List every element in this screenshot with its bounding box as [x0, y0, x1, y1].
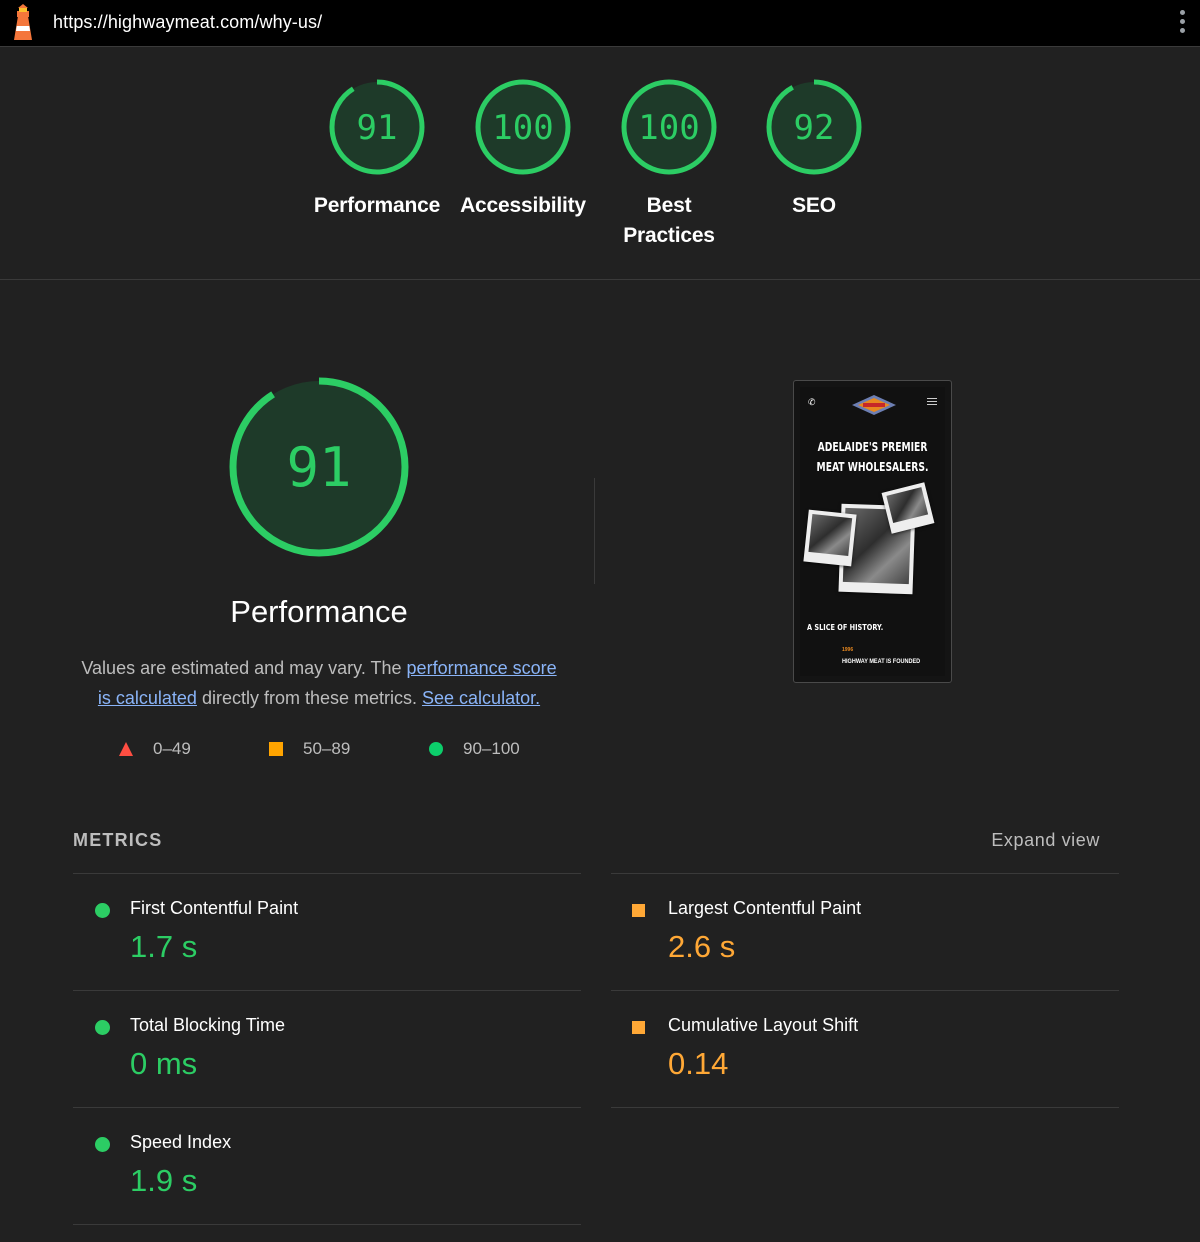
gauge-ring: 100 — [621, 79, 717, 175]
green-circle-icon — [95, 1137, 110, 1152]
metric-value: 1.7 s — [130, 929, 198, 964]
metrics-heading: METRICS — [73, 830, 163, 850]
legend-range: 90–100 — [463, 739, 520, 758]
metric-cumulative-layout-shift: Cumulative Layout Shift 0.14 — [611, 990, 1119, 1108]
gauge-performance[interactable]: 91 Performance — [302, 77, 452, 221]
performance-title: Performance — [230, 594, 408, 629]
site-logo-icon — [852, 395, 896, 415]
page-url[interactable]: https://highwaymeat.com/why-us/ — [53, 12, 322, 33]
gauge-ring: 92 — [766, 79, 862, 175]
gauge-score: 92 — [794, 108, 835, 148]
metric-first-contentful-paint: First Contentful Paint 1.7 s — [73, 873, 581, 990]
address-bar: https://highwaymeat.com/why-us/ — [0, 0, 1200, 47]
gauge-accessibility[interactable]: 100 Accessibility — [448, 77, 598, 221]
see-calculator-link[interactable]: See calculator. — [422, 688, 540, 708]
gauge-best-practices[interactable]: 100 Best Practices — [594, 77, 744, 251]
lighthouse-icon — [14, 4, 32, 40]
thumb-founded: HIGHWAY MEAT IS FOUNDED — [842, 658, 921, 665]
thumb-photo — [803, 509, 857, 567]
performance-description: Values are estimated and may vary. The p… — [64, 653, 574, 713]
screenshot-content: ✆ ADELAIDE'S PREMIER MEAT WHOLESALERS. A… — [800, 387, 945, 676]
gauge-ring: 100 — [475, 79, 571, 175]
thumb-headline-line1: ADELAIDE'S PREMIER — [817, 440, 928, 454]
thumb-headline-line2: MEAT WHOLESALERS. — [816, 460, 929, 474]
expand-view-button[interactable]: Expand view — [991, 830, 1100, 851]
metrics-right-column: Largest Contentful Paint 2.6 s Cumulativ… — [611, 873, 1119, 1108]
gauge-seo[interactable]: 92 SEO — [739, 77, 889, 221]
legend-range: 50–89 — [303, 739, 351, 758]
green-circle-icon — [95, 903, 110, 918]
desc-prefix: Values are estimated and may vary. The — [81, 658, 407, 678]
gauge-label-line1: Best — [646, 194, 692, 217]
performance-score-link[interactable]: performance score — [407, 658, 557, 678]
performance-score: 91 — [286, 436, 351, 499]
thumb-photo — [881, 482, 935, 534]
green-circle-icon — [95, 1020, 110, 1035]
thumb-slice: A SLICE OF HISTORY. — [807, 623, 884, 632]
performance-gauge: 91 — [229, 377, 409, 557]
gauge-label: Accessibility — [460, 194, 586, 217]
metric-total-blocking-time: Total Blocking Time 0 ms — [73, 990, 581, 1107]
gauge-score: 100 — [492, 108, 553, 148]
gauge-score: 91 — [357, 108, 398, 148]
orange-square-icon — [632, 904, 645, 917]
more-options-icon[interactable] — [1178, 10, 1186, 36]
gauge-ring: 91 — [329, 79, 425, 175]
gauge-label: SEO — [792, 194, 836, 217]
hamburger-icon — [927, 398, 937, 406]
gauge-label: Best Practices — [594, 191, 744, 251]
metric-value: 2.6 s — [668, 929, 736, 964]
metric-name: Largest Contentful Paint — [668, 898, 862, 918]
orange-square-icon — [632, 1021, 645, 1034]
metric-name: Speed Index — [130, 1132, 232, 1152]
metric-value: 1.9 s — [130, 1163, 198, 1198]
divider — [594, 478, 595, 584]
thumb-headline: ADELAIDE'S PREMIER MEAT WHOLESALERS. — [811, 437, 934, 477]
orange-square-icon — [269, 742, 283, 756]
gauge-label: Performance — [313, 194, 441, 217]
metric-name: First Contentful Paint — [130, 898, 299, 918]
red-triangle-icon — [119, 742, 133, 756]
gauge-score: 100 — [638, 108, 699, 148]
metric-name: Cumulative Layout Shift — [668, 1015, 859, 1035]
green-circle-icon — [429, 742, 443, 756]
phone-icon: ✆ — [808, 397, 816, 407]
metric-value: 0 ms — [130, 1046, 198, 1081]
metric-largest-contentful-paint: Largest Contentful Paint 2.6 s — [611, 873, 1119, 990]
is-calculated-link[interactable]: is calculated — [98, 688, 197, 708]
desc-middle: directly from these metrics. — [196, 688, 423, 708]
metric-value: 0.14 — [668, 1046, 729, 1081]
metrics-left-column: First Contentful Paint 1.7 s Total Block… — [73, 873, 581, 1225]
page-screenshot[interactable]: ✆ ADELAIDE'S PREMIER MEAT WHOLESALERS. A… — [793, 380, 952, 683]
score-summary: 91 Performance 100 Accessibility 100 Bes… — [0, 47, 1200, 280]
metric-speed-index: Speed Index 1.9 s — [73, 1107, 581, 1225]
gauge-label-line2: Practices — [623, 224, 715, 247]
metric-name: Total Blocking Time — [130, 1015, 286, 1035]
thumb-year: 1996 — [842, 647, 854, 653]
legend-range: 0–49 — [153, 739, 191, 758]
